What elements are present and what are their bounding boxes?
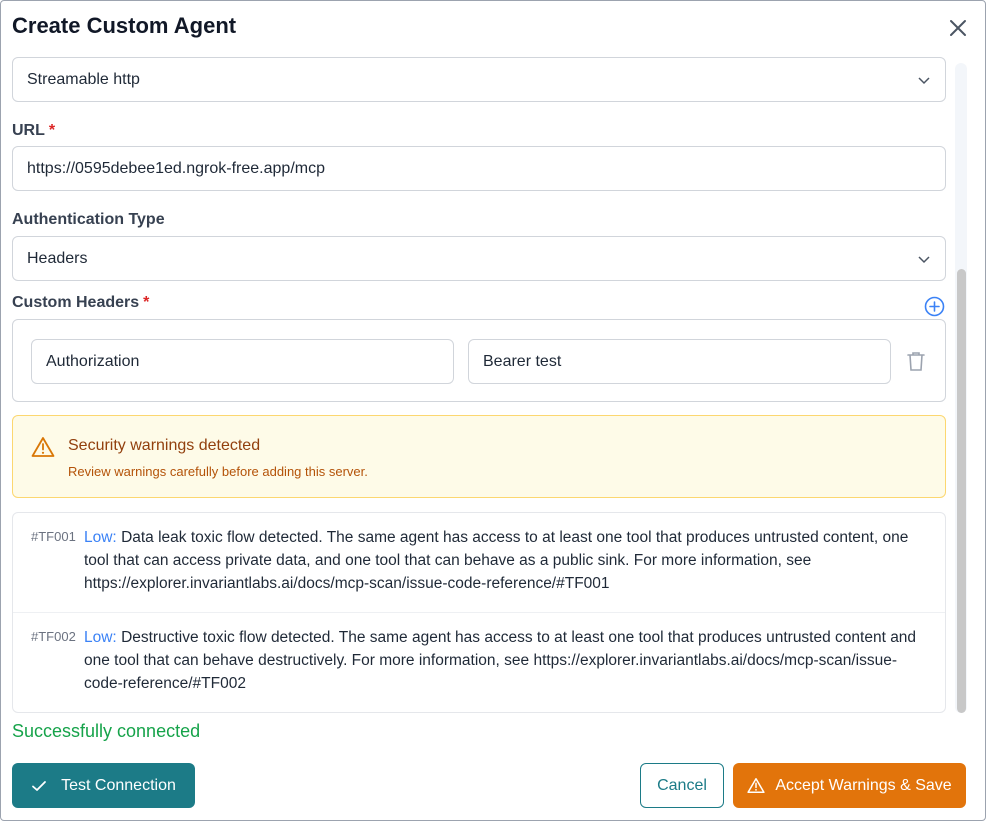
url-input[interactable]: https://0595debee1ed.ngrok-free.app/mcp [12, 146, 946, 191]
add-header-icon[interactable] [924, 296, 945, 317]
header-key-input[interactable]: Authorization [31, 339, 454, 384]
url-label-text: URL [12, 122, 45, 139]
cancel-label: Cancel [657, 776, 707, 794]
issue-severity: Low: [84, 629, 117, 646]
transport-select-value: Streamable http [27, 70, 140, 88]
issue-code: #TF001 [31, 529, 76, 544]
accept-warnings-save-button[interactable]: Accept Warnings & Save [733, 763, 966, 808]
issue-code: #TF002 [31, 629, 76, 644]
auth-type-label: Authentication Type [12, 211, 165, 228]
create-custom-agent-dialog: Create Custom Agent Streamable http URL *… [0, 0, 986, 821]
close-icon[interactable] [945, 15, 971, 41]
check-icon [32, 780, 47, 791]
warning-triangle-icon [747, 778, 765, 793]
issue-severity: Low: [84, 529, 117, 546]
url-input-value: https://0595debee1ed.ngrok-free.app/mcp [27, 159, 325, 177]
accept-warnings-save-label: Accept Warnings & Save [775, 776, 952, 794]
header-value-input[interactable]: Bearer test [468, 339, 891, 384]
dialog-title: Create Custom Agent [12, 13, 237, 38]
chevron-down-icon [918, 77, 930, 85]
custom-headers-label: Custom Headers * [12, 294, 149, 312]
auth-type-select-value: Headers [27, 249, 88, 267]
chevron-down-icon [918, 256, 930, 264]
warning-triangle-icon [31, 437, 55, 457]
list-item: #TF002 Low: Destructive toxic flow detec… [13, 612, 945, 712]
issue-text: Low: Destructive toxic flow detected. Th… [84, 626, 929, 695]
required-mark: * [143, 294, 150, 311]
issue-text: Low: Data leak toxic flow detected. The … [84, 526, 929, 595]
issue-message: Destructive toxic flow detected. The sam… [84, 629, 917, 692]
issues-list: #TF001 Low: Data leak toxic flow detecte… [12, 512, 946, 713]
custom-headers-label-text: Custom Headers [12, 294, 140, 311]
header-value-value: Bearer test [483, 352, 562, 370]
url-label: URL * [12, 122, 55, 140]
security-warning-banner: Security warnings detected Review warnin… [12, 415, 946, 498]
cancel-button[interactable]: Cancel [640, 763, 724, 808]
issue-message: Data leak toxic flow detected. The same … [84, 529, 909, 592]
custom-headers-list: Authorization Bearer test [12, 319, 946, 402]
auth-type-select[interactable]: Headers [12, 236, 946, 281]
warning-subtitle: Review warnings carefully before adding … [68, 464, 368, 479]
scrollbar-thumb[interactable] [957, 269, 966, 713]
header-key-value: Authorization [46, 352, 140, 370]
trash-icon[interactable] [904, 349, 928, 373]
test-connection-button[interactable]: Test Connection [12, 763, 195, 808]
warning-title: Security warnings detected [68, 437, 261, 454]
test-connection-label: Test Connection [61, 776, 176, 794]
required-mark: * [48, 122, 56, 139]
connection-status: Successfully connected [12, 721, 201, 741]
transport-select[interactable]: Streamable http [12, 57, 946, 102]
list-item: #TF001 Low: Data leak toxic flow detecte… [13, 513, 945, 612]
